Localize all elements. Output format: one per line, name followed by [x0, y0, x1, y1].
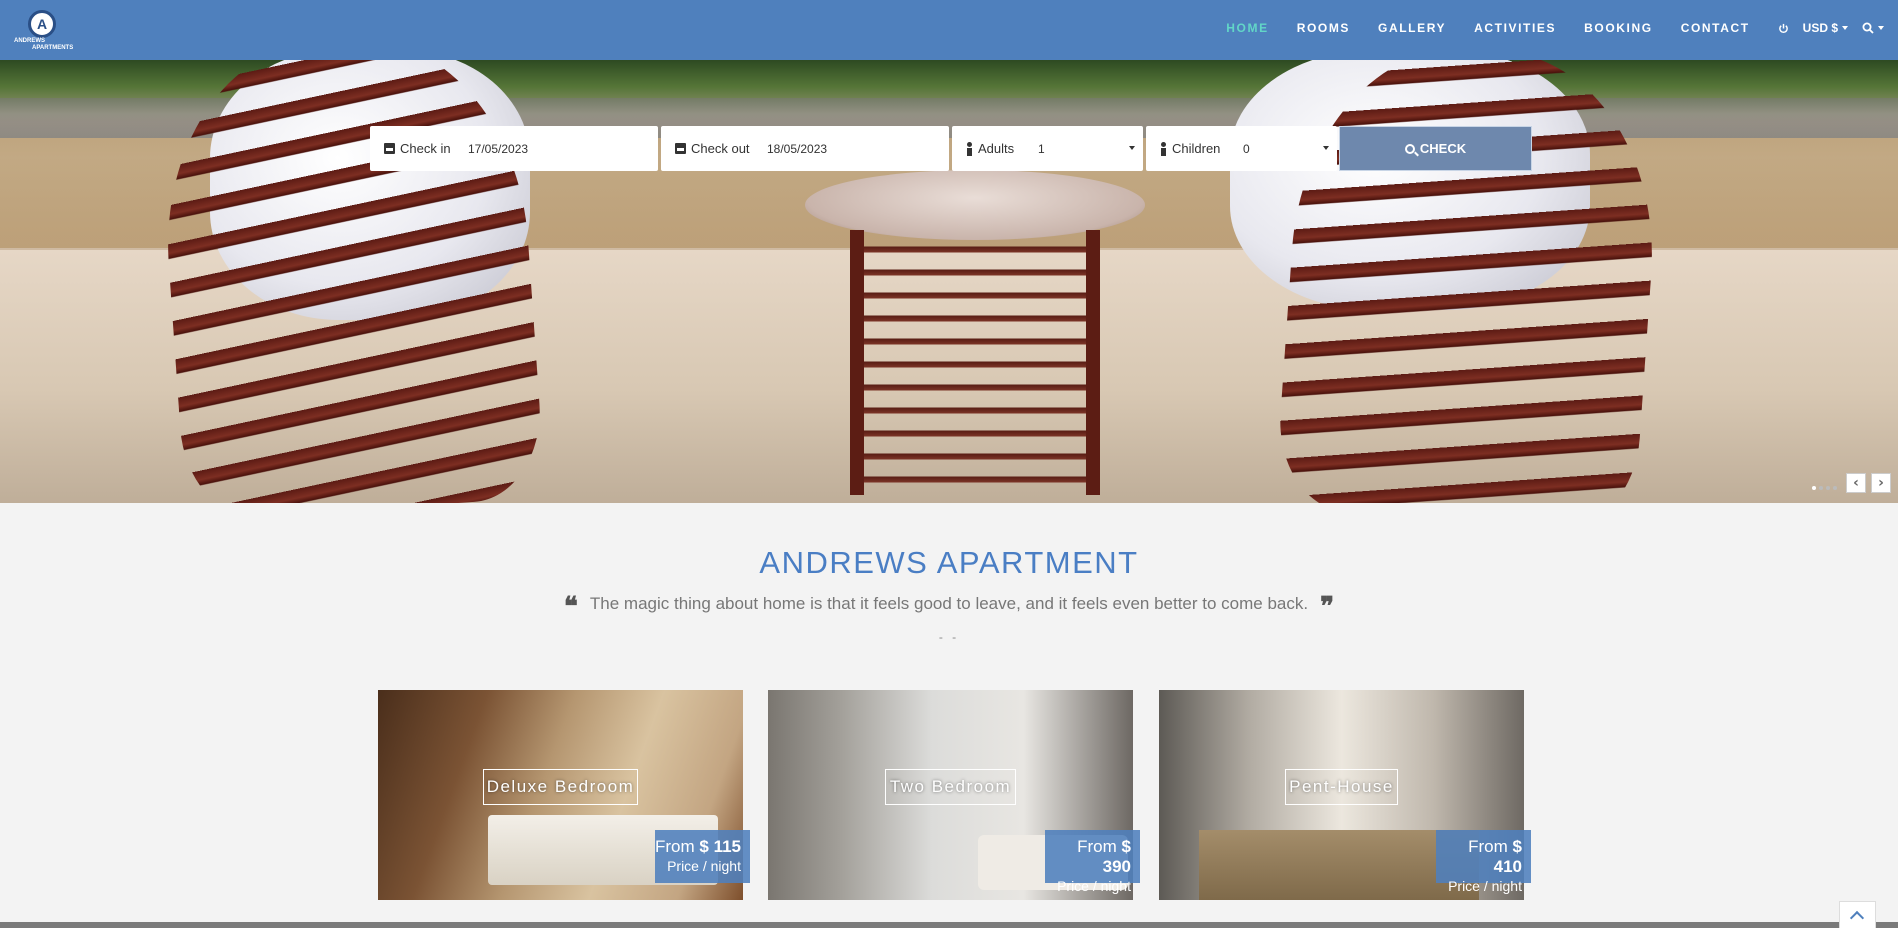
children-select[interactable]: Children 0 [1146, 126, 1337, 171]
chevron-left-icon: ‹ [1853, 475, 1859, 491]
room-title[interactable]: Deluxe Bedroom [483, 769, 638, 805]
nav-gallery[interactable]: GALLERY [1378, 21, 1446, 35]
room-price-badge: From $ 115 Price / night [655, 830, 750, 883]
nav-booking[interactable]: BOOKING [1584, 21, 1653, 35]
slider-dot[interactable] [1812, 486, 1816, 490]
person-icon [966, 142, 973, 156]
slider-prev-button[interactable]: ‹ [1846, 473, 1866, 493]
chevron-down-icon [1878, 26, 1884, 30]
nav-rooms[interactable]: ROOMS [1297, 21, 1350, 35]
chevron-down-icon [1842, 26, 1848, 30]
power-icon[interactable] [1778, 23, 1789, 34]
logo-emblem: A [28, 10, 56, 38]
children-value: 0 [1243, 141, 1250, 156]
room-title[interactable]: Pent-House [1285, 769, 1398, 805]
intro-quote: ❝ The magic thing about home is that it f… [563, 592, 1335, 622]
top-navbar: A ANDREWS APARTMENTS HOME ROOMS GALLERY … [0, 0, 1898, 60]
slider-next-button[interactable]: › [1871, 473, 1891, 493]
slider-dot[interactable] [1826, 486, 1830, 490]
calendar-icon [384, 143, 395, 154]
check-out-field[interactable]: Check out 18/05/2023 [661, 126, 949, 171]
logo-text: ANDREWS APARTMENTS [14, 38, 74, 51]
back-to-top-button[interactable] [1839, 901, 1876, 928]
chevron-down-icon [1323, 146, 1329, 150]
chevron-down-icon [1129, 146, 1135, 150]
quote-open-icon: ❝ [563, 592, 578, 622]
check-in-value: 17/05/2023 [468, 141, 529, 156]
slider-dots [1812, 486, 1837, 490]
check-in-field[interactable]: Check in 17/05/2023 [370, 126, 658, 171]
slider-dot[interactable] [1833, 486, 1837, 490]
room-price-badge: From $ 390 Price / night [1045, 830, 1140, 894]
page-title: ANDREWS APARTMENT [759, 545, 1139, 580]
search-toggle[interactable] [1862, 22, 1884, 34]
main-nav: HOME ROOMS GALLERY ACTIVITIES BOOKING CO… [1226, 0, 1898, 56]
check-availability-button[interactable]: CHECK [1339, 126, 1532, 171]
site-logo[interactable]: A ANDREWS APARTMENTS [14, 10, 74, 51]
room-price-badge: From $ 410 Price / night [1436, 830, 1531, 894]
nav-activities[interactable]: ACTIVITIES [1474, 21, 1556, 35]
slider-dot[interactable] [1819, 486, 1823, 490]
hero-slider [0, 60, 1898, 503]
adults-value: 1 [1038, 141, 1045, 156]
search-icon [1404, 143, 1415, 154]
divider: - - [938, 630, 960, 644]
footer-strip [0, 922, 1898, 928]
person-icon [1160, 142, 1167, 156]
adults-select[interactable]: Adults 1 [952, 126, 1143, 171]
quote-close-icon: ❞ [1320, 592, 1335, 622]
currency-dropdown[interactable]: USD $ [1803, 21, 1848, 35]
chevron-right-icon: › [1878, 475, 1884, 491]
check-out-value: 18/05/2023 [767, 141, 828, 156]
room-title[interactable]: Two Bedroom [885, 769, 1016, 805]
hero-table-legs [850, 230, 1100, 495]
search-icon [1862, 22, 1874, 34]
nav-home[interactable]: HOME [1226, 21, 1268, 35]
nav-contact[interactable]: CONTACT [1681, 21, 1750, 35]
calendar-icon [675, 143, 686, 154]
